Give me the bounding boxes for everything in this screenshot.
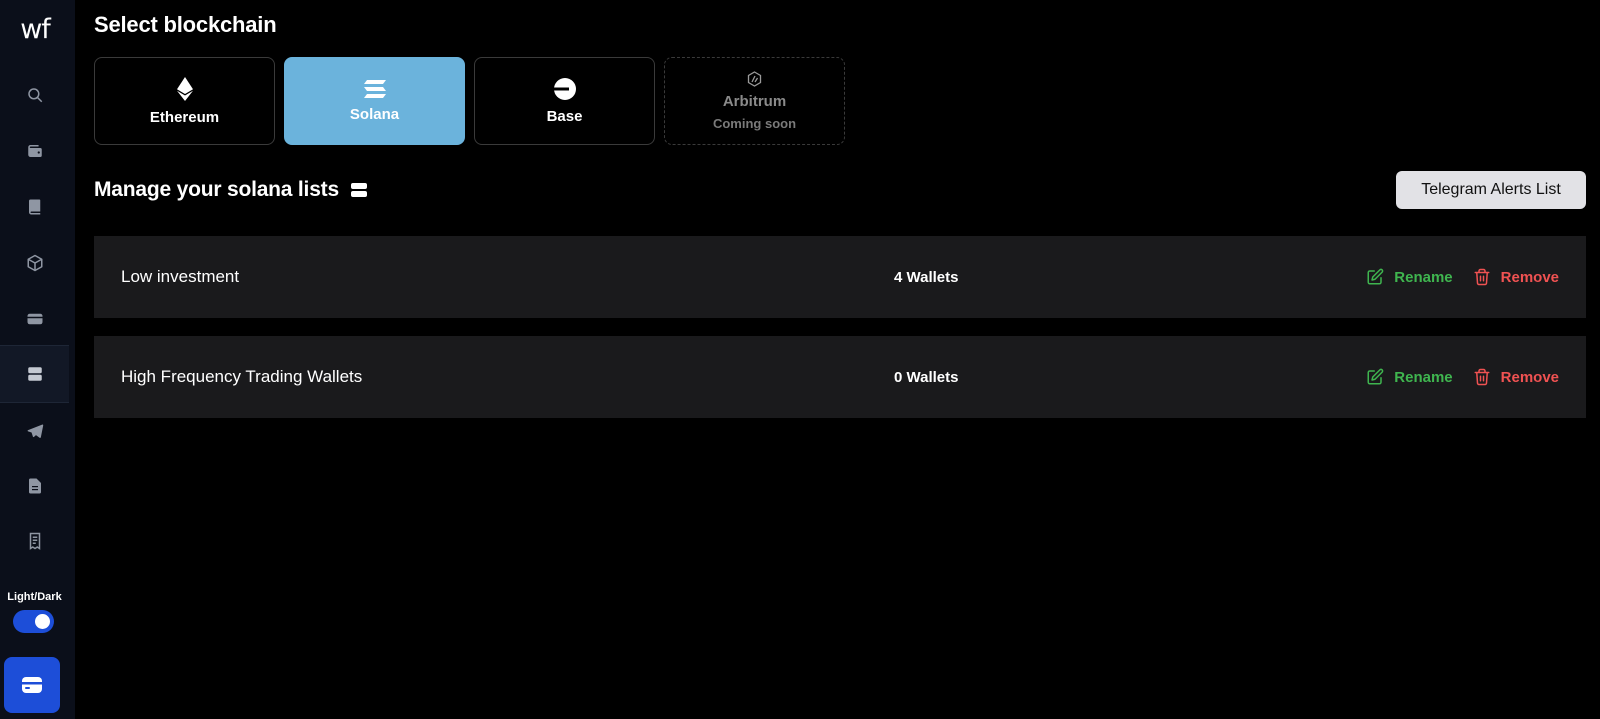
main-content: Select blockchain Ethereum Solana Base A… xyxy=(94,0,1600,719)
toggle-knob xyxy=(35,614,50,629)
chain-label: Ethereum xyxy=(149,108,220,126)
chain-arbitrum: Arbitrum Coming soon xyxy=(664,57,845,145)
sidebar: wf Light/Dark xyxy=(0,0,75,719)
sidebar-item-cube[interactable] xyxy=(0,234,69,292)
trash-icon xyxy=(1474,368,1490,386)
wallet-icon xyxy=(27,145,42,157)
list-name: High Frequency Trading Wallets xyxy=(121,367,363,386)
list-item[interactable]: Low investment 4 Wallets Rename Remove xyxy=(94,236,1586,318)
remove-label: Remove xyxy=(1500,368,1559,386)
app-logo[interactable]: wf xyxy=(0,14,70,45)
rename-label: Rename xyxy=(1394,268,1453,286)
rename-label: Rename xyxy=(1394,368,1453,386)
wallet-count: 4 Wallets xyxy=(894,268,959,286)
rename-button[interactable]: Rename xyxy=(1366,268,1453,286)
sidebar-item-receipt[interactable] xyxy=(0,512,69,570)
coming-soon-label: Coming soon xyxy=(712,116,797,131)
chain-label: Arbitrum xyxy=(722,93,787,110)
edit-icon xyxy=(1367,368,1384,385)
solana-icon xyxy=(363,79,386,98)
search-icon xyxy=(27,88,42,103)
chain-label: Base xyxy=(546,107,583,125)
chain-solana[interactable]: Solana xyxy=(284,57,465,145)
remove-button[interactable]: Remove xyxy=(1473,368,1559,386)
sidebar-item-wallet[interactable] xyxy=(0,122,69,180)
server-icon xyxy=(27,367,42,381)
sidebar-item-search[interactable] xyxy=(0,66,69,124)
lists-heading: Manage your solana lists xyxy=(94,178,367,202)
chain-ethereum[interactable]: Ethereum xyxy=(94,57,275,145)
server-icon xyxy=(350,182,367,198)
wallet-count: 0 Wallets xyxy=(894,368,959,386)
remove-label: Remove xyxy=(1500,268,1559,286)
connect-wallet-button[interactable] xyxy=(4,657,60,713)
lists-heading-text: Manage your solana lists xyxy=(94,178,339,201)
list-name: Low investment xyxy=(121,267,240,286)
app: wf Light/Dark Select blockchain Ethereum… xyxy=(0,0,1600,719)
row-actions: Rename Remove xyxy=(1366,336,1559,418)
card-icon xyxy=(27,313,42,325)
page-title: Select blockchain xyxy=(94,12,277,37)
book-icon xyxy=(28,199,40,215)
trash-icon xyxy=(1474,268,1490,286)
sidebar-item-card[interactable] xyxy=(0,290,69,348)
sidebar-item-lists[interactable] xyxy=(0,345,69,403)
telegram-alerts-list-button[interactable]: Telegram Alerts List xyxy=(1396,171,1586,209)
wallet-icon xyxy=(22,677,42,693)
remove-button[interactable]: Remove xyxy=(1473,268,1559,286)
chain-base[interactable]: Base xyxy=(474,57,655,145)
telegram-icon xyxy=(27,424,43,438)
chain-label: Solana xyxy=(349,105,400,123)
ethereum-icon xyxy=(176,76,193,101)
document-icon xyxy=(28,478,41,494)
theme-toggle[interactable] xyxy=(13,610,54,633)
sidebar-item-book[interactable] xyxy=(0,178,69,236)
receipt-icon xyxy=(29,532,40,550)
cube-icon xyxy=(27,254,42,272)
sidebar-item-document[interactable] xyxy=(0,457,69,515)
row-actions: Rename Remove xyxy=(1366,236,1559,318)
list-item[interactable]: High Frequency Trading Wallets 0 Wallets… xyxy=(94,336,1586,418)
arbitrum-icon xyxy=(747,71,762,87)
sidebar-item-telegram[interactable] xyxy=(0,402,69,460)
theme-toggle-label: Light/Dark xyxy=(7,591,62,603)
edit-icon xyxy=(1367,268,1384,285)
rename-button[interactable]: Rename xyxy=(1366,368,1453,386)
base-icon xyxy=(553,77,576,100)
